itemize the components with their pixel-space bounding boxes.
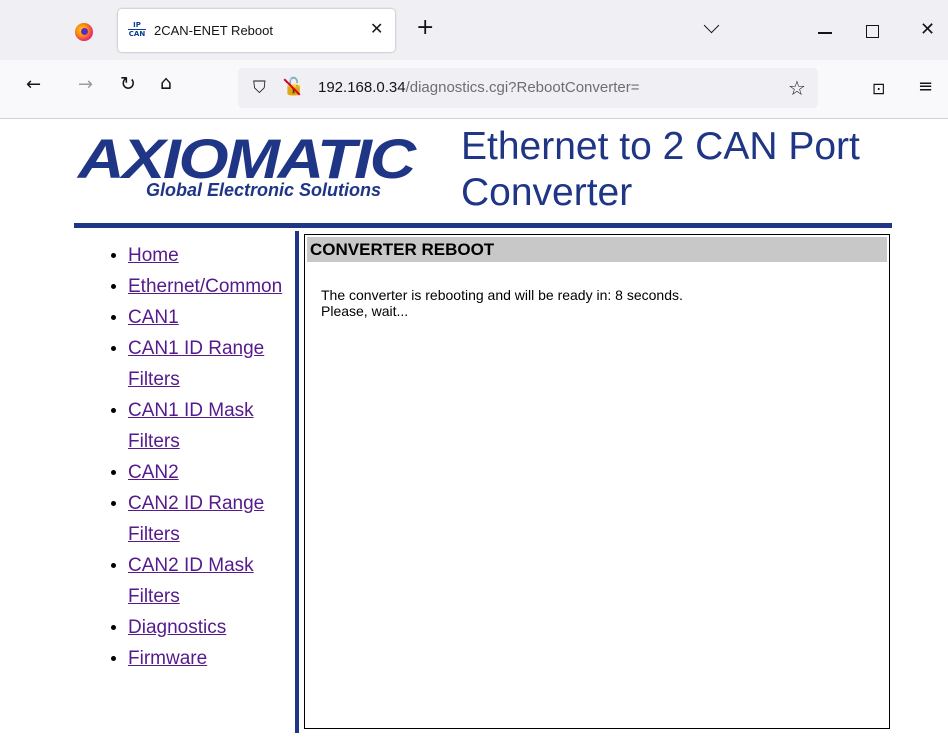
favicon-bottom-text: CAN	[128, 29, 146, 38]
nav-item-can1-id-mask-filters: CAN1 ID Mask Filters	[104, 395, 294, 457]
reboot-message-line-1: The converter is rebooting and will be r…	[321, 287, 683, 303]
back-arrow-icon[interactable]: ←	[26, 74, 41, 95]
nav-item-can2-id-range-filters: CAN2 ID Range Filters	[104, 488, 294, 550]
nav-link-can1-id-mask-filters[interactable]: CAN1 ID Mask Filters	[128, 400, 254, 452]
window-close-icon[interactable]: ✕	[920, 19, 935, 40]
tab-bar: IP CAN 2CAN-ENET Reboot ✕ + ✕	[0, 0, 948, 60]
nav-link-can2[interactable]: CAN2	[128, 462, 179, 483]
lock-slash-icon[interactable]: 🔓	[283, 77, 304, 97]
tab-favicon-icon: IP CAN	[128, 21, 146, 39]
url-bar[interactable]: ⛉ 🔓 192.168.0.34/diagnostics.cgi?RebootC…	[238, 68, 818, 108]
shield-icon[interactable]: ⛉	[253, 78, 266, 98]
reload-icon[interactable]: ↻	[120, 73, 136, 95]
url-path: /diagnostics.cgi?RebootConverter=	[405, 79, 640, 96]
list-tabs-chevron-down-icon[interactable]	[703, 17, 720, 34]
url-host: 192.168.0.34	[318, 79, 406, 96]
close-tab-icon[interactable]: ✕	[370, 19, 383, 38]
reboot-message-line-2: Please, wait...	[321, 303, 409, 319]
nav-link-firmware[interactable]: Firmware	[128, 648, 207, 669]
nav-link-can1-id-range-filters[interactable]: CAN1 ID Range Filters	[128, 338, 264, 390]
nav-link-diagnostics[interactable]: Diagnostics	[128, 617, 226, 638]
logo-subtitle: Global Electronic Solutions	[146, 180, 382, 200]
nav-link-ethernet-common[interactable]: Ethernet/Common	[128, 276, 282, 297]
nav-item-ethernet-common: Ethernet/Common	[104, 271, 294, 302]
home-icon[interactable]: ⌂	[160, 72, 172, 94]
nav-link-can2-id-mask-filters[interactable]: CAN2 ID Mask Filters	[128, 555, 254, 607]
firefox-logo[interactable]	[75, 23, 93, 41]
reboot-panel: CONVERTER REBOOT The converter is reboot…	[304, 234, 890, 729]
pocket-icon[interactable]: ⊡	[872, 79, 885, 98]
reboot-message: The converter is rebooting and will be r…	[321, 287, 683, 319]
forward-arrow-icon[interactable]: →	[78, 74, 93, 95]
page-title: Ethernet to 2 CAN Port Converter	[461, 125, 860, 214]
axiomatic-logo: AXIOMATIC Global Electronic Solutions	[78, 130, 418, 202]
nav-item-home: Home	[104, 240, 294, 271]
nav-link-can1[interactable]: CAN1	[128, 307, 179, 328]
side-navigation: Home Ethernet/Common CAN1 CAN1 ID Range …	[104, 240, 294, 674]
section-header: CONVERTER REBOOT	[307, 237, 887, 262]
nav-item-can1: CAN1	[104, 302, 294, 333]
star-icon[interactable]: ☆	[788, 76, 806, 100]
nav-link-home[interactable]: Home	[128, 245, 179, 266]
nav-item-firmware: Firmware	[104, 643, 294, 674]
navigation-bar: ← → ↻ ⌂ ⛉ 🔓 192.168.0.34/diagnostics.cgi…	[0, 60, 948, 119]
maximize-icon[interactable]	[866, 25, 879, 38]
nav-item-can2-id-mask-filters: CAN2 ID Mask Filters	[104, 550, 294, 612]
nav-item-diagnostics: Diagnostics	[104, 612, 294, 643]
new-tab-plus-icon[interactable]: +	[416, 17, 434, 39]
tab-active[interactable]: IP CAN 2CAN-ENET Reboot ✕	[118, 9, 395, 52]
hamburger-menu-icon[interactable]: ≡	[918, 76, 933, 97]
nav-item-can2: CAN2	[104, 457, 294, 488]
favicon-top-text: IP	[133, 21, 141, 29]
header-divider	[74, 223, 892, 228]
nav-item-can1-id-range-filters: CAN1 ID Range Filters	[104, 333, 294, 395]
url-text[interactable]: 192.168.0.34/diagnostics.cgi?RebootConve…	[318, 79, 639, 96]
nav-link-can2-id-range-filters[interactable]: CAN2 ID Range Filters	[128, 493, 264, 545]
minimize-icon[interactable]	[818, 32, 832, 34]
tab-title: 2CAN-ENET Reboot	[154, 23, 273, 38]
nav-divider	[295, 231, 299, 733]
